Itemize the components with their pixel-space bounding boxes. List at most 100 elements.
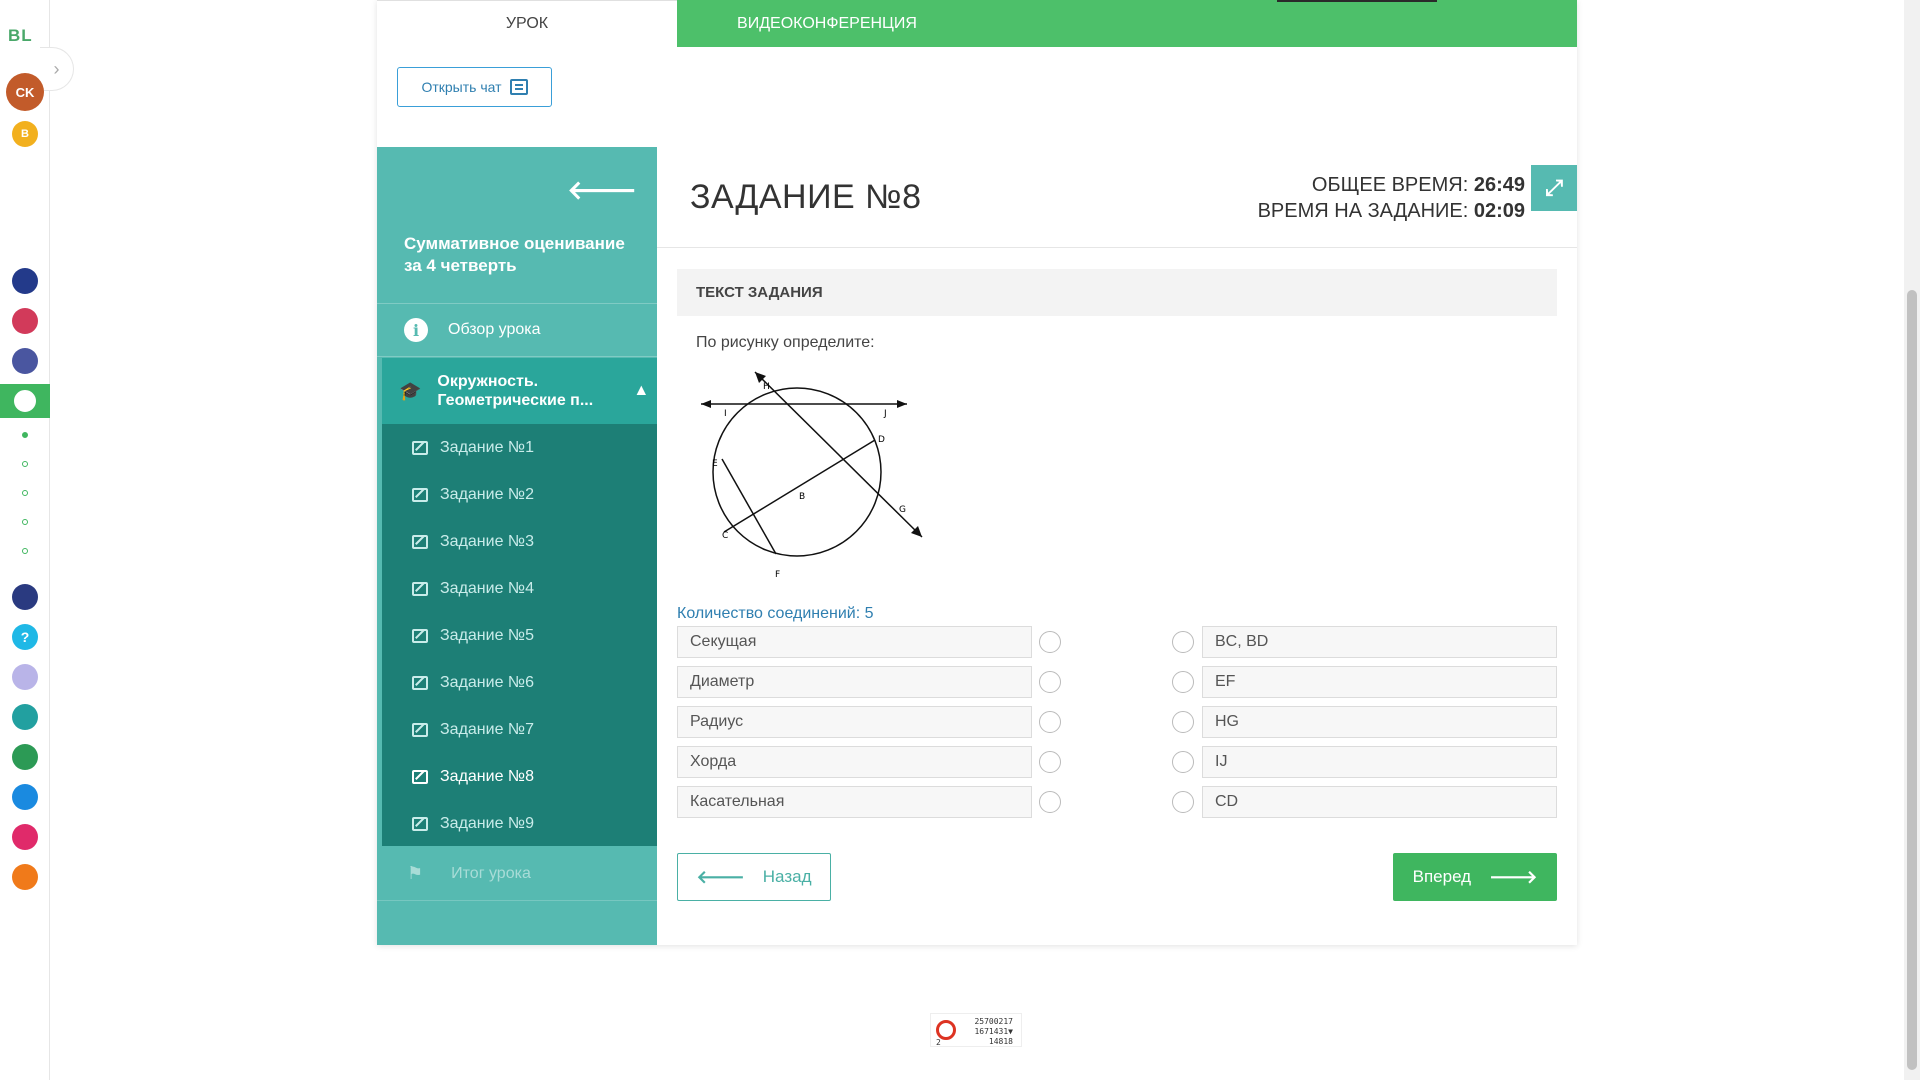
arrow-left-icon[interactable]: 🡐 (567, 175, 637, 206)
left-rail: BL › CK B ? (0, 0, 74, 1080)
app-icon-test[interactable] (12, 784, 38, 810)
match-right-radio[interactable] (1172, 751, 1194, 773)
app-icon-keyboard[interactable] (12, 664, 38, 690)
edit-icon (412, 675, 428, 690)
lesson-card: УРОК ВИДЕОКОНФЕРЕНЦИЯ Открыть чат 🡐 Сумм… (377, 0, 1577, 945)
counter-numbers: 25700217 1671431▼ 14818 (974, 1017, 1013, 1047)
edit-icon (412, 534, 428, 549)
match-left-item[interactable]: Секущая (677, 626, 1032, 658)
match-right-item[interactable]: BC, BD (1202, 626, 1557, 658)
label-c: C (722, 531, 728, 541)
tab-indicator (1277, 0, 1437, 2)
app-icon-land[interactable] (12, 744, 38, 770)
page-title: ЗАДАНИЕ №8 (690, 178, 922, 216)
task-item-8[interactable]: Задание №8 (382, 753, 657, 800)
task-label: Задание №5 (440, 626, 534, 644)
label-e: E (712, 459, 718, 469)
user-badge[interactable]: B (12, 121, 38, 147)
match-right-item[interactable]: IJ (1202, 746, 1557, 778)
task-label: Задание №3 (440, 532, 534, 550)
arrow-right-icon: 🡒 (1489, 866, 1538, 887)
task-item-9[interactable]: Задание №9 (382, 800, 657, 847)
app-icon-twig[interactable] (12, 824, 38, 850)
arrowhead (897, 400, 907, 408)
match-left-item[interactable]: Радиус (677, 706, 1032, 738)
rail-dot[interactable] (22, 519, 28, 525)
label-j: J (883, 409, 887, 419)
fullscreen-expand-icon[interactable]: ⤢ (1531, 165, 1577, 211)
app-icon-1[interactable] (12, 268, 38, 294)
task-item-3[interactable]: Задание №3 (382, 518, 657, 565)
match-left-radio[interactable] (1039, 751, 1061, 773)
task-item-4[interactable]: Задание №4 (382, 565, 657, 612)
rail-dot[interactable] (22, 461, 28, 467)
back-button[interactable]: 🡐 Назад (677, 853, 831, 901)
match-right-item[interactable]: HG (1202, 706, 1557, 738)
page-scrollbar[interactable] (1904, 0, 1920, 1080)
divider (657, 247, 1577, 248)
counter-ring-icon (936, 1020, 956, 1040)
task-time-label: ВРЕМЯ НА ЗАДАНИЕ: (1257, 200, 1469, 222)
app-icon-active[interactable] (12, 388, 38, 414)
task-item-7[interactable]: Задание №7 (382, 706, 657, 753)
chord-ef (721, 458, 777, 555)
task-item-5[interactable]: Задание №5 (382, 612, 657, 659)
help-icon[interactable]: ? (12, 624, 38, 650)
match-left-item[interactable]: Касательная (677, 786, 1032, 818)
chevron-up-icon[interactable]: ▲ (633, 382, 649, 400)
match-left-radio[interactable] (1039, 791, 1061, 813)
timer: ОБЩЕЕ ВРЕМЯ: 26:49 ВРЕМЯ НА ЗАДАНИЕ: 02:… (1258, 172, 1525, 224)
match-row: Диаметр EF (677, 666, 1557, 698)
app-icon-5[interactable] (12, 864, 38, 890)
match-left-item[interactable]: Хорда (677, 746, 1032, 778)
open-chat-label: Открыть чат (421, 79, 502, 95)
info-icon: i (404, 318, 428, 342)
rail-dot[interactable] (22, 490, 28, 496)
edit-icon (412, 487, 428, 502)
rail-dot[interactable] (22, 432, 28, 438)
rail-dot[interactable] (22, 548, 28, 554)
total-time-value: 26:49 (1473, 174, 1525, 196)
counter-line: 25700217 (974, 1017, 1013, 1026)
match-right-item[interactable]: EF (1202, 666, 1557, 698)
tab-bar: УРОК ВИДЕОКОНФЕРЕНЦИЯ (377, 0, 1577, 47)
next-button[interactable]: Вперед 🡒 (1393, 853, 1557, 901)
sidebar-item-result[interactable]: ⚑ Итог урока (377, 847, 657, 901)
match-left-radio[interactable] (1039, 631, 1061, 653)
open-chat-button[interactable]: Открыть чат (397, 67, 552, 107)
match-right-radio[interactable] (1172, 791, 1194, 813)
app-icon-smart[interactable] (12, 584, 38, 610)
topic-label: Окружность. Геометрические п... (437, 373, 594, 409)
label-i: I (724, 409, 727, 419)
task-item-1[interactable]: Задание №1 (382, 424, 657, 471)
tab-videoconference[interactable]: ВИДЕОКОНФЕРЕНЦИЯ (677, 0, 977, 47)
match-left-radio[interactable] (1039, 671, 1061, 693)
sidebar-item-overview[interactable]: i Обзор урока (377, 303, 657, 357)
user-avatar[interactable]: CK (6, 73, 44, 111)
match-right-radio[interactable] (1172, 631, 1194, 653)
app-icon-3[interactable] (12, 348, 38, 374)
task-item-2[interactable]: Задание №2 (382, 471, 657, 518)
task-item-6[interactable]: Задание №6 (382, 659, 657, 706)
next-label: Вперед (1412, 867, 1472, 886)
rail-toggle-chevron-right-icon[interactable]: › (40, 47, 74, 91)
app-icon-2[interactable] (12, 308, 38, 334)
edit-icon (412, 816, 428, 831)
match-right-radio[interactable] (1172, 671, 1194, 693)
app-icon-4[interactable] (12, 704, 38, 730)
app-logo[interactable]: BL (8, 26, 33, 46)
match-left-radio[interactable] (1039, 711, 1061, 733)
tab-lesson[interactable]: УРОК (377, 0, 677, 47)
match-row: Секущая BC, BD (677, 626, 1557, 658)
visitor-counter[interactable]: 2 25700217 1671431▼ 14818 (930, 1013, 1022, 1047)
task-label: Задание №1 (440, 438, 534, 456)
geometry-figure: H I J D E B G C F (701, 371, 923, 580)
back-label: Назад (762, 867, 812, 886)
graduation-cap-icon: 🎓 (399, 380, 422, 401)
match-right-item[interactable]: CD (1202, 786, 1557, 818)
match-right-radio[interactable] (1172, 711, 1194, 733)
scrollbar-thumb[interactable] (1907, 290, 1917, 1070)
counter-line: 1671431▼ (974, 1027, 1013, 1036)
sidebar-topic[interactable]: 🎓 Окружность. Геометрические п... ▲ (382, 358, 657, 424)
match-left-item[interactable]: Диаметр (677, 666, 1032, 698)
